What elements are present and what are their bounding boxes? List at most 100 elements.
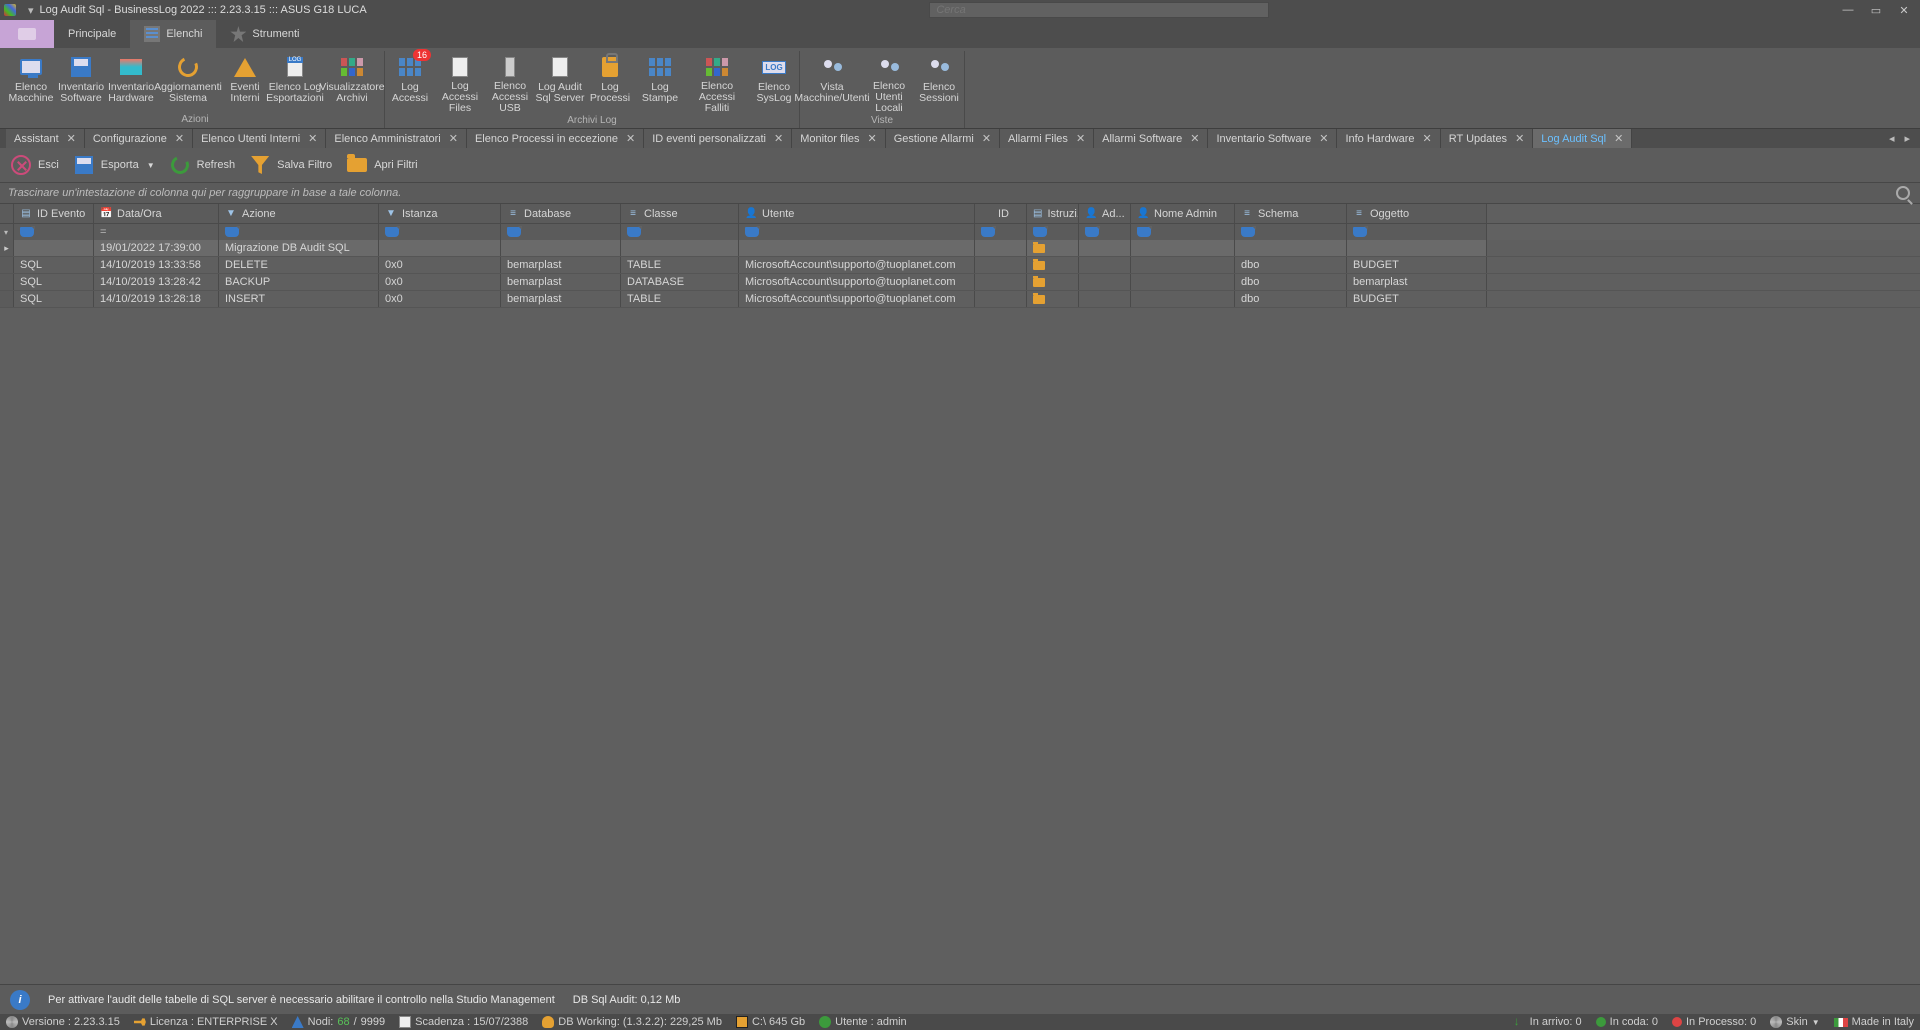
doc-tab-allarmi-files[interactable]: Allarmi Files✕ bbox=[1000, 129, 1094, 148]
col-header-azione[interactable]: ▼Azione bbox=[219, 204, 379, 223]
doc-tab-rt-updates[interactable]: RT Updates✕ bbox=[1441, 129, 1534, 148]
close-tab-icon[interactable]: ✕ bbox=[67, 132, 76, 145]
table-row[interactable]: SQL14/10/2019 13:28:42BACKUP0x0bemarplas… bbox=[0, 274, 1920, 291]
col-header-data_ora[interactable]: 📅Data/Ora bbox=[94, 204, 219, 223]
doc-tab-elenco-amministratori[interactable]: Elenco Amministratori✕ bbox=[326, 129, 467, 148]
close-tab-icon[interactable]: ✕ bbox=[449, 132, 458, 145]
ribbon-log-accessi[interactable]: 16Log Accessi bbox=[385, 51, 435, 114]
ribbon-elenco-macchine[interactable]: Elenco Macchine bbox=[6, 51, 56, 113]
close-tab-icon[interactable]: ✕ bbox=[1319, 132, 1328, 145]
esporta-button[interactable]: Esporta▼ bbox=[73, 154, 155, 176]
filter-database[interactable] bbox=[501, 224, 621, 240]
filter-istanza[interactable] bbox=[379, 224, 501, 240]
filter-oggetto[interactable] bbox=[1347, 224, 1487, 240]
doc-tab-configurazione[interactable]: Configurazione✕ bbox=[85, 129, 193, 148]
col-header-id_evento[interactable]: ▤ID Evento bbox=[14, 204, 94, 223]
col-header-nome_admin[interactable]: 👤Nome Admin bbox=[1131, 204, 1235, 223]
tab-elenchi[interactable]: Elenchi bbox=[130, 20, 216, 48]
status-skin[interactable]: Skin ▼ bbox=[1770, 1016, 1819, 1028]
close-tab-icon[interactable]: ✕ bbox=[175, 132, 184, 145]
close-tab-icon[interactable]: ✕ bbox=[308, 132, 317, 145]
tab-scroll-right-icon[interactable]: ▸ bbox=[1904, 132, 1910, 145]
col-header-oggetto[interactable]: ≡Oggetto bbox=[1347, 204, 1487, 223]
salva-filtro-button[interactable]: Salva Filtro bbox=[249, 154, 332, 176]
ribbon-vista-macchine-utenti[interactable]: Vista Macchine/Utenti bbox=[800, 51, 864, 114]
filter-ad[interactable] bbox=[1079, 224, 1131, 240]
ribbon-visualizzatore-archivi[interactable]: Visualizzatore Archivi bbox=[320, 51, 384, 113]
file-tab[interactable] bbox=[0, 20, 54, 48]
filter-id_evento[interactable] bbox=[14, 224, 94, 240]
filter-indicator[interactable] bbox=[0, 224, 14, 240]
tab-scroll-left-icon[interactable]: ◂ bbox=[1889, 132, 1895, 145]
col-header-database[interactable]: ≡Database bbox=[501, 204, 621, 223]
close-tab-icon[interactable]: ✕ bbox=[982, 132, 991, 145]
close-window-button[interactable]: ✕ bbox=[1892, 4, 1916, 17]
minimize-button[interactable]: — bbox=[1836, 4, 1860, 16]
group-by-panel[interactable]: Trascinare un'intestazione di colonna qu… bbox=[0, 182, 1920, 204]
folder-icon[interactable] bbox=[1033, 295, 1045, 304]
filter-classe[interactable] bbox=[621, 224, 739, 240]
tab-principale[interactable]: Principale bbox=[54, 20, 130, 48]
search-icon[interactable] bbox=[1896, 186, 1910, 200]
filter-nome_admin[interactable] bbox=[1131, 224, 1235, 240]
doc-tab-log-audit-sql-tab[interactable]: Log Audit Sql✕ bbox=[1533, 129, 1632, 148]
refresh-button[interactable]: Refresh bbox=[169, 154, 236, 176]
ribbon-eventi-interni[interactable]: Eventi Interni bbox=[220, 51, 270, 113]
folder-icon[interactable] bbox=[1033, 261, 1045, 270]
folder-icon[interactable] bbox=[1033, 244, 1045, 253]
close-tab-icon[interactable]: ✕ bbox=[626, 132, 635, 145]
col-header-schema[interactable]: ≡Schema bbox=[1235, 204, 1347, 223]
ribbon-log-stampe[interactable]: Log Stampe bbox=[635, 51, 685, 114]
table-row[interactable]: SQL14/10/2019 13:33:58DELETE0x0bemarplas… bbox=[0, 257, 1920, 274]
doc-tab-gestione-allarmi[interactable]: Gestione Allarmi✕ bbox=[886, 129, 1000, 148]
tab-strumenti[interactable]: Strumenti bbox=[216, 20, 313, 48]
ribbon-inventario-hardware[interactable]: Inventario Hardware bbox=[106, 51, 156, 113]
ribbon-log-processi[interactable]: Log Processi bbox=[585, 51, 635, 114]
close-tab-icon[interactable]: ✕ bbox=[774, 132, 783, 145]
close-tab-icon[interactable]: ✕ bbox=[868, 132, 877, 145]
doc-tab-info-hardware[interactable]: Info Hardware✕ bbox=[1337, 129, 1440, 148]
col-header-istanza[interactable]: ▼Istanza bbox=[379, 204, 501, 223]
filter-schema[interactable] bbox=[1235, 224, 1347, 240]
search-box[interactable] bbox=[929, 2, 1269, 18]
close-tab-icon[interactable]: ✕ bbox=[1515, 132, 1524, 145]
close-tab-icon[interactable]: ✕ bbox=[1614, 132, 1623, 145]
close-tab-icon[interactable]: ✕ bbox=[1076, 132, 1085, 145]
col-header-utente[interactable]: 👤Utente bbox=[739, 204, 975, 223]
filter-data_ora[interactable]: = bbox=[94, 224, 219, 240]
ribbon-log-accessi-files[interactable]: Log Accessi Files bbox=[435, 51, 485, 114]
filter-istruzi[interactable] bbox=[1027, 224, 1079, 240]
ribbon-elenco-syslog[interactable]: LOGElenco SysLog bbox=[749, 51, 799, 114]
ribbon-elenco-sessioni[interactable]: Elenco Sessioni bbox=[914, 51, 964, 114]
ribbon-elenco-accessi-falliti[interactable]: Elenco Accessi Falliti bbox=[685, 51, 749, 114]
ribbon-aggiornamenti-sistema[interactable]: Aggiornamenti Sistema bbox=[156, 51, 220, 113]
col-header-istruzi[interactable]: ▤Istruzi... bbox=[1027, 204, 1079, 223]
doc-tab-monitor-files[interactable]: Monitor files✕ bbox=[792, 129, 886, 148]
filter-utente[interactable] bbox=[739, 224, 975, 240]
col-header-id[interactable]: ID bbox=[975, 204, 1027, 223]
ribbon-elenco-utenti-locali[interactable]: Elenco Utenti Locali bbox=[864, 51, 914, 114]
doc-tab-inventario-software-tab[interactable]: Inventario Software✕ bbox=[1208, 129, 1337, 148]
ribbon-elenco-log-esportazioni[interactable]: Elenco Log Esportazioni bbox=[270, 51, 320, 113]
close-tab-icon[interactable]: ✕ bbox=[1190, 132, 1199, 145]
apri-filtri-button[interactable]: Apri Filtri bbox=[346, 154, 417, 176]
col-header-ad[interactable]: 👤Ad... bbox=[1079, 204, 1131, 223]
doc-tab-elenco-utenti-interni[interactable]: Elenco Utenti Interni✕ bbox=[193, 129, 326, 148]
maximize-button[interactable]: ▭ bbox=[1864, 4, 1888, 17]
doc-tab-id-eventi-personalizzati[interactable]: ID eventi personalizzati✕ bbox=[644, 129, 792, 148]
close-tab-icon[interactable]: ✕ bbox=[1423, 132, 1432, 145]
qat-dropdown-icon[interactable]: ▾ bbox=[28, 4, 34, 17]
ribbon-log-audit-sql[interactable]: Log Audit Sql Server bbox=[535, 51, 585, 114]
filter-id[interactable] bbox=[975, 224, 1027, 240]
col-header-classe[interactable]: ≡Classe bbox=[621, 204, 739, 223]
table-row[interactable]: ▸19/01/2022 17:39:00Migrazione DB Audit … bbox=[0, 240, 1920, 257]
search-input[interactable] bbox=[936, 4, 1262, 16]
folder-icon[interactable] bbox=[1033, 278, 1045, 287]
ribbon-inventario-software[interactable]: Inventario Software bbox=[56, 51, 106, 113]
doc-tab-assistant[interactable]: Assistant✕ bbox=[6, 129, 85, 148]
doc-tab-allarmi-software[interactable]: Allarmi Software✕ bbox=[1094, 129, 1208, 148]
ribbon-elenco-accessi-usb[interactable]: Elenco Accessi USB bbox=[485, 51, 535, 114]
filter-azione[interactable] bbox=[219, 224, 379, 240]
esci-button[interactable]: Esci bbox=[10, 154, 59, 176]
table-row[interactable]: SQL14/10/2019 13:28:18INSERT0x0bemarplas… bbox=[0, 291, 1920, 308]
